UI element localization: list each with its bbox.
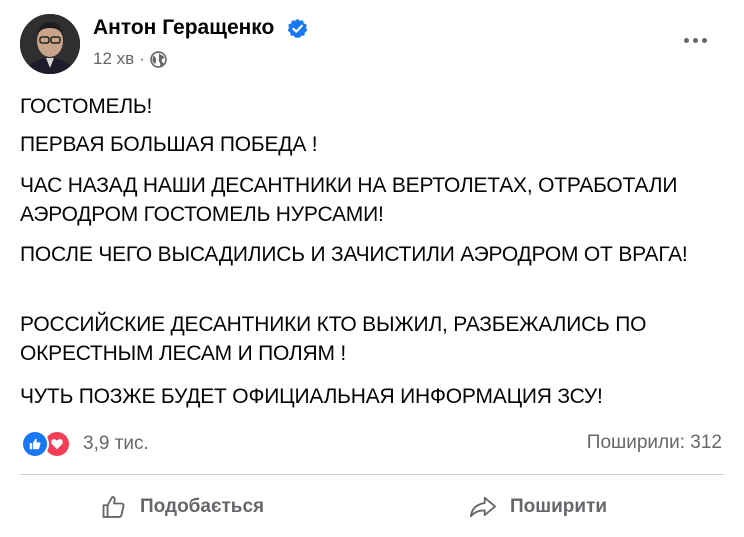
share-arrow-icon — [469, 496, 497, 518]
share-button[interactable]: Поширити — [468, 488, 607, 526]
like-button[interactable]: Подобається — [100, 488, 264, 526]
post-paragraph: ГОСТОМЕЛЬ! — [20, 95, 153, 118]
thumbs-up-icon — [102, 496, 125, 518]
reactions-summary[interactable]: 3,9 тис. — [21, 430, 149, 458]
post-paragraph: ЧУТЬ ПОЗЖЕ БУДЕТ ОФИЦИАЛЬНАЯ ИНФОРМАЦИЯ … — [20, 385, 603, 408]
post-paragraph: РОССИЙСКИЕ ДЕСАНТНИКИ КТО ВЫЖИЛ, РАЗБЕЖА… — [20, 313, 647, 365]
avatar-photo — [20, 14, 80, 74]
reaction-count: 3,9 тис. — [83, 433, 149, 454]
actions-divider — [20, 474, 724, 475]
facebook-post: Антон Геращенко 12 хв · ГОСТОМЕЛЬ! ПЕРВА… — [0, 0, 744, 537]
like-button-label: Подобається — [140, 496, 265, 517]
share-button-label: Поширити — [510, 496, 608, 517]
post-time[interactable]: 12 хв — [93, 49, 134, 69]
more-dot — [692, 37, 698, 43]
post-meta: 12 хв · — [93, 49, 167, 69]
shares-count[interactable]: Поширили: 312 — [587, 432, 722, 454]
more-dot — [701, 37, 707, 43]
author-name[interactable]: Антон Геращенко — [93, 16, 274, 40]
verified-badge-icon — [287, 18, 308, 38]
post-paragraph: ПЕРВАЯ БОЛЬШАЯ ПОБЕДА ! — [20, 133, 318, 156]
globe-icon[interactable] — [150, 50, 167, 68]
more-options-icon[interactable] — [680, 30, 710, 50]
more-dot — [683, 37, 689, 43]
post-paragraph: ЧАС НАЗАД НАШИ ДЕСАНТНИКИ НА ВЕРТОЛЕТАХ,… — [20, 174, 678, 226]
post-paragraph: ПОСЛЕ ЧЕГО ВЫСАДИЛИСЬ И ЗАЧИСТИЛИ АЭРОДР… — [20, 243, 688, 266]
meta-separator: · — [139, 49, 145, 68]
like-reaction-icon — [21, 430, 49, 458]
author-avatar[interactable] — [20, 14, 80, 74]
